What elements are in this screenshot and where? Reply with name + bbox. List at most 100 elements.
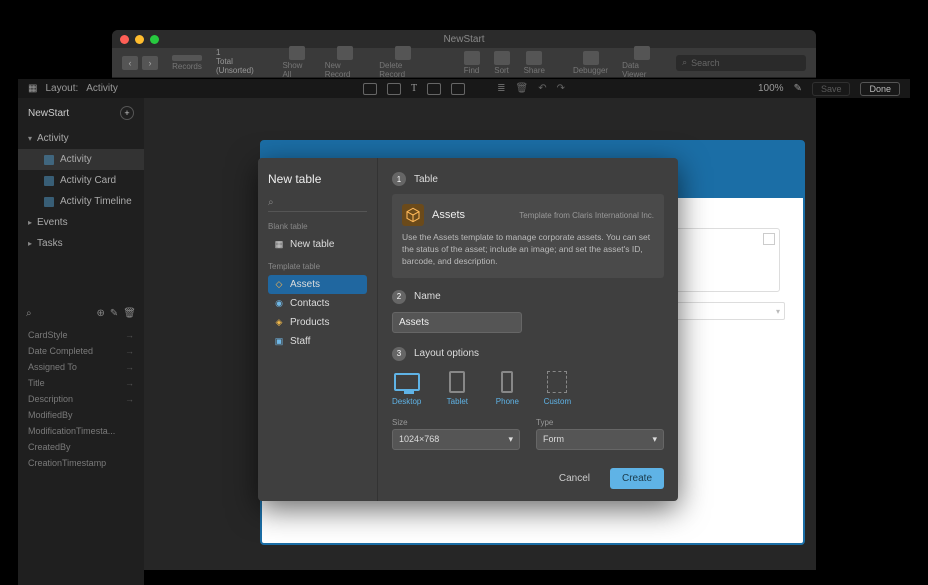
- sidebar-group[interactable]: ▸Tasks: [18, 233, 144, 254]
- data-viewer-button[interactable]: [634, 46, 650, 60]
- step-2-badge: 2: [392, 290, 406, 304]
- search-icon: ⌕: [682, 57, 687, 68]
- tool-button-icon[interactable]: [451, 83, 465, 95]
- arrow-right-icon: →: [125, 346, 134, 356]
- template-item-products[interactable]: ◈Products: [268, 313, 367, 332]
- field-item[interactable]: CreatedBy: [26, 439, 136, 455]
- template-source: Template from Claris International Inc.: [519, 211, 654, 220]
- show-all-button[interactable]: [289, 46, 305, 60]
- record-slider[interactable]: [172, 55, 202, 61]
- sidebar-item[interactable]: Activity Card: [18, 170, 144, 191]
- layout-option-desktop[interactable]: Desktop: [392, 371, 421, 406]
- cancel-button[interactable]: Cancel: [547, 468, 602, 489]
- chevron-icon: ▾: [28, 134, 32, 143]
- window-min-icon[interactable]: [135, 35, 144, 44]
- layout-label: Layout:: [45, 83, 78, 94]
- panel-toggle-icon[interactable]: ▦: [28, 83, 37, 94]
- tablet-icon: [449, 371, 465, 393]
- nav-fwd-button[interactable]: ›: [142, 56, 158, 70]
- template-item-staff[interactable]: ▣Staff: [268, 332, 367, 351]
- tool-text-icon[interactable]: T: [411, 83, 417, 94]
- phone-icon: [501, 371, 513, 393]
- table-icon: ▦: [274, 240, 284, 250]
- layout-option-phone[interactable]: Phone: [493, 371, 521, 406]
- sidebar-group[interactable]: ▸Events: [18, 212, 144, 233]
- table-name-input[interactable]: [392, 312, 522, 333]
- nav-back-button[interactable]: ‹: [122, 56, 138, 70]
- arrow-right-icon: →: [125, 362, 134, 372]
- template-search[interactable]: ⌕: [268, 194, 367, 212]
- cube-icon: [402, 204, 424, 226]
- add-layout-button[interactable]: +: [120, 106, 134, 120]
- field-search-icon[interactable]: ⌕: [26, 308, 32, 319]
- field-item[interactable]: Description→: [26, 391, 136, 407]
- layout-icon: [44, 155, 54, 165]
- field-item[interactable]: CreationTimestamp: [26, 455, 136, 471]
- chevron-down-icon: ▾: [776, 307, 780, 316]
- sidebar-title: NewStart: [28, 108, 69, 119]
- step-3-badge: 3: [392, 347, 406, 361]
- field-item[interactable]: ModificationTimesta...: [26, 423, 136, 439]
- field-item[interactable]: ModifiedBy: [26, 407, 136, 423]
- tool-image-icon[interactable]: [427, 83, 441, 95]
- window-max-icon[interactable]: [150, 35, 159, 44]
- window-close-icon[interactable]: [120, 35, 129, 44]
- sidebar-group[interactable]: ▾Activity: [18, 128, 144, 149]
- tool-frame-icon[interactable]: [387, 83, 401, 95]
- modal-main: 1 Table Assets Template from Claris Inte…: [378, 158, 678, 501]
- template-section-label: Template table: [268, 262, 367, 271]
- template-info-card: Assets Template from Claris Internationa…: [392, 194, 664, 278]
- desktop-icon: [394, 373, 420, 391]
- modal-sidebar: New table ⌕ Blank table ▦ New table Temp…: [258, 158, 378, 501]
- share-button[interactable]: [526, 51, 542, 65]
- add-field-icon[interactable]: ⊕: [97, 308, 105, 319]
- template-item-contacts[interactable]: ◉Contacts: [268, 294, 367, 313]
- edit-field-icon[interactable]: ✎: [110, 308, 118, 319]
- save-button[interactable]: Save: [812, 82, 851, 96]
- sidebar-item[interactable]: Activity Timeline: [18, 191, 144, 212]
- sort-button[interactable]: [494, 51, 510, 65]
- layout-option-tablet[interactable]: Tablet: [443, 371, 471, 406]
- tool-align-icon[interactable]: ≣: [497, 83, 505, 94]
- field-item[interactable]: Date Completed→: [26, 343, 136, 359]
- layout-name[interactable]: Activity: [86, 83, 118, 94]
- arrow-right-icon: →: [125, 394, 134, 404]
- step-3-label: Layout options: [414, 348, 479, 359]
- chevron-down-icon: ▾: [652, 434, 657, 445]
- modal-title: New table: [268, 172, 367, 186]
- title-bar: NewStart: [112, 30, 816, 48]
- find-button[interactable]: [464, 51, 480, 65]
- layout-option-custom[interactable]: Custom: [543, 371, 571, 406]
- type-select[interactable]: Form ▾: [536, 429, 664, 450]
- field-item[interactable]: Title→: [26, 375, 136, 391]
- tool-undo-icon[interactable]: ↶: [538, 83, 546, 94]
- blank-table-item[interactable]: ▦ New table: [268, 235, 367, 254]
- tool-delete-icon[interactable]: 🗑: [516, 83, 529, 94]
- zoom-level[interactable]: 100%: [758, 83, 784, 94]
- template-item-assets[interactable]: ◇Assets: [268, 275, 367, 294]
- records-label: Records: [172, 62, 202, 71]
- person-icon: ◉: [274, 299, 284, 309]
- arrow-right-icon: →: [125, 330, 134, 340]
- tool-columns-icon[interactable]: [363, 83, 377, 95]
- chevron-icon: ▸: [28, 218, 32, 227]
- size-select[interactable]: 1024×768 ▾: [392, 429, 520, 450]
- create-button[interactable]: Create: [610, 468, 664, 489]
- chevron-icon: ▸: [28, 239, 32, 248]
- step-2-label: Name: [414, 291, 441, 302]
- field-item[interactable]: CardStyle→: [26, 327, 136, 343]
- toolbar-search[interactable]: ⌕ Search: [676, 55, 806, 71]
- done-button[interactable]: Done: [860, 82, 900, 96]
- delete-field-icon[interactable]: 🗑: [123, 308, 136, 319]
- brush-icon[interactable]: ✎: [794, 83, 802, 94]
- delete-record-button[interactable]: [395, 46, 411, 60]
- main-toolbar: ‹ › Records 1 Total (Unsorted) Show All …: [112, 48, 816, 78]
- field-item[interactable]: Assigned To→: [26, 359, 136, 375]
- new-record-button[interactable]: [337, 46, 353, 60]
- grid-icon: [763, 233, 775, 245]
- tool-redo-icon[interactable]: ↷: [557, 83, 565, 94]
- sidebar-item[interactable]: Activity: [18, 149, 144, 170]
- layout-icon: [44, 197, 54, 207]
- debugger-button[interactable]: [583, 51, 599, 65]
- step-1-label: Table: [414, 174, 438, 185]
